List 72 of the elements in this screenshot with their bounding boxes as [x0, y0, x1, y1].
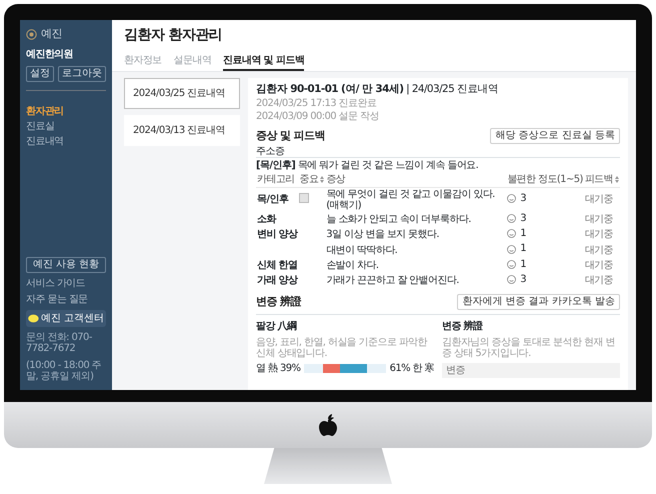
table-cell-text: 소화: [256, 212, 278, 227]
score-text: 1: [507, 243, 526, 255]
usage-button[interactable]: 예진 사용 현황: [26, 256, 106, 273]
face-icon: [507, 229, 516, 238]
logo-icon: [26, 28, 37, 40]
send-button[interactable]: 환자에게 변증 결과 카카오톡 발송: [457, 294, 620, 310]
column-header: 증상: [325, 173, 506, 188]
bar-label: 61% 한 寒: [390, 362, 434, 374]
sidebar-button[interactable]: 로그아웃: [58, 66, 106, 82]
table-cell-text: 변비 양상: [256, 228, 298, 242]
timestamp-text: 2024/03/25 17:13 진료완료: [256, 98, 378, 109]
clinic-name: 예진한의원: [26, 49, 74, 60]
nav-item[interactable]: 진료실: [26, 118, 106, 134]
column-header[interactable]: 피드백: [584, 173, 620, 188]
face-icon: [507, 194, 516, 204]
chat-icon: [28, 314, 39, 324]
chief-complaint-text: [목/인후] 목에 뭐가 걸린 것 같은 느낌이 계속 들어요.: [256, 160, 480, 172]
score-text: 3: [507, 274, 526, 286]
timestamp-text: 2024/03/09 00:00 설문 작성: [256, 110, 380, 122]
score-text: 3: [507, 193, 526, 204]
record-item[interactable]: 2024/03/25 진료내역: [124, 78, 240, 110]
sidebar-link[interactable]: 자주 묻는 질문: [26, 294, 106, 306]
column-header[interactable]: 중요: [298, 173, 326, 188]
logo-icon: [318, 414, 338, 436]
table-cell-text: 가래 양상: [256, 274, 298, 288]
column-header: 불편한 정도(1~5): [506, 173, 584, 188]
table-cell-text: 대기중: [584, 244, 614, 258]
table-cell-text: 대기중: [584, 212, 614, 227]
description-text: 김환자님의 증상을 토대로 분석한 현재 변증 상태 5가지입니다.: [442, 336, 616, 359]
column-header: 카테고리: [256, 173, 298, 188]
panel-title: 팔강 八綱: [256, 321, 298, 333]
table-cell: 대기중: [584, 187, 620, 212]
section-title: 증상 및 피드백: [256, 130, 325, 142]
checkbox[interactable]: [299, 193, 310, 204]
table-cell: 목에 무엇이 걸린 것 같고 이물감이 있다.(매핵기): [325, 187, 506, 212]
record-title: 김환자 90-01-01 (여/ 만 34세) | 24/03/25 진료내역: [256, 84, 500, 96]
contact-text: (10:00 - 18:00 주말, 공휴일 제외): [26, 360, 102, 382]
logo-text: 예진: [41, 28, 62, 40]
table-cell-text: 대기중: [584, 258, 614, 273]
field-label: 주소증: [256, 146, 620, 158]
contact-text: 문의 전화: 070-7782-7672: [26, 332, 93, 355]
description-text: 음양, 표리, 한열, 허실을 기준으로 파악한 신체 상태입니다.: [256, 336, 428, 359]
face-icon: [507, 260, 516, 269]
table-cell-text: 3일 이상 변을 보지 못했다.: [325, 228, 440, 242]
section-title: 변증 辨證: [256, 296, 301, 308]
register-button[interactable]: 해당 증상으로 진료실 등록: [490, 128, 620, 144]
panel-title: 변증 辨證: [442, 321, 484, 333]
table-cell-text: 대기중: [584, 274, 614, 288]
record-item[interactable]: 2024/03/13 진료내역: [124, 115, 240, 146]
table-cell-text: 가래가 끈끈하고 잘 안뱉어진다.: [325, 274, 460, 288]
table-cell-text: 대변이 딱딱하다.: [325, 244, 398, 258]
face-icon: [507, 275, 516, 284]
sort-icon: [320, 176, 324, 184]
score-text: 1: [507, 228, 526, 240]
result-field: 변증: [442, 362, 620, 378]
sidebar-link[interactable]: 서비스 가이드: [26, 278, 106, 289]
table-cell-text: 신체 한열: [256, 258, 298, 273]
bar-label: 열 熱 39%: [256, 362, 300, 374]
face-icon: [507, 214, 516, 224]
score-text: 1: [507, 258, 526, 270]
table-cell: 목/인후: [256, 187, 298, 212]
table-cell-text: 늘 소화가 안되고 속이 더부룩하다.: [325, 212, 472, 227]
face-icon: [507, 244, 516, 254]
sort-icon: [615, 176, 619, 184]
sidebar-button[interactable]: 설정: [26, 66, 54, 82]
nav-item[interactable]: 진료내역: [26, 134, 106, 150]
table-cell-text: 대기중: [584, 228, 614, 242]
page-title: 김환자 환자관리: [124, 28, 224, 44]
support-button[interactable]: 예진 고객센터: [26, 310, 106, 328]
nav-item[interactable]: 환자관리: [26, 104, 106, 119]
table-cell-text: 손발이 차다.: [325, 258, 380, 273]
score-text: 3: [507, 212, 526, 224]
